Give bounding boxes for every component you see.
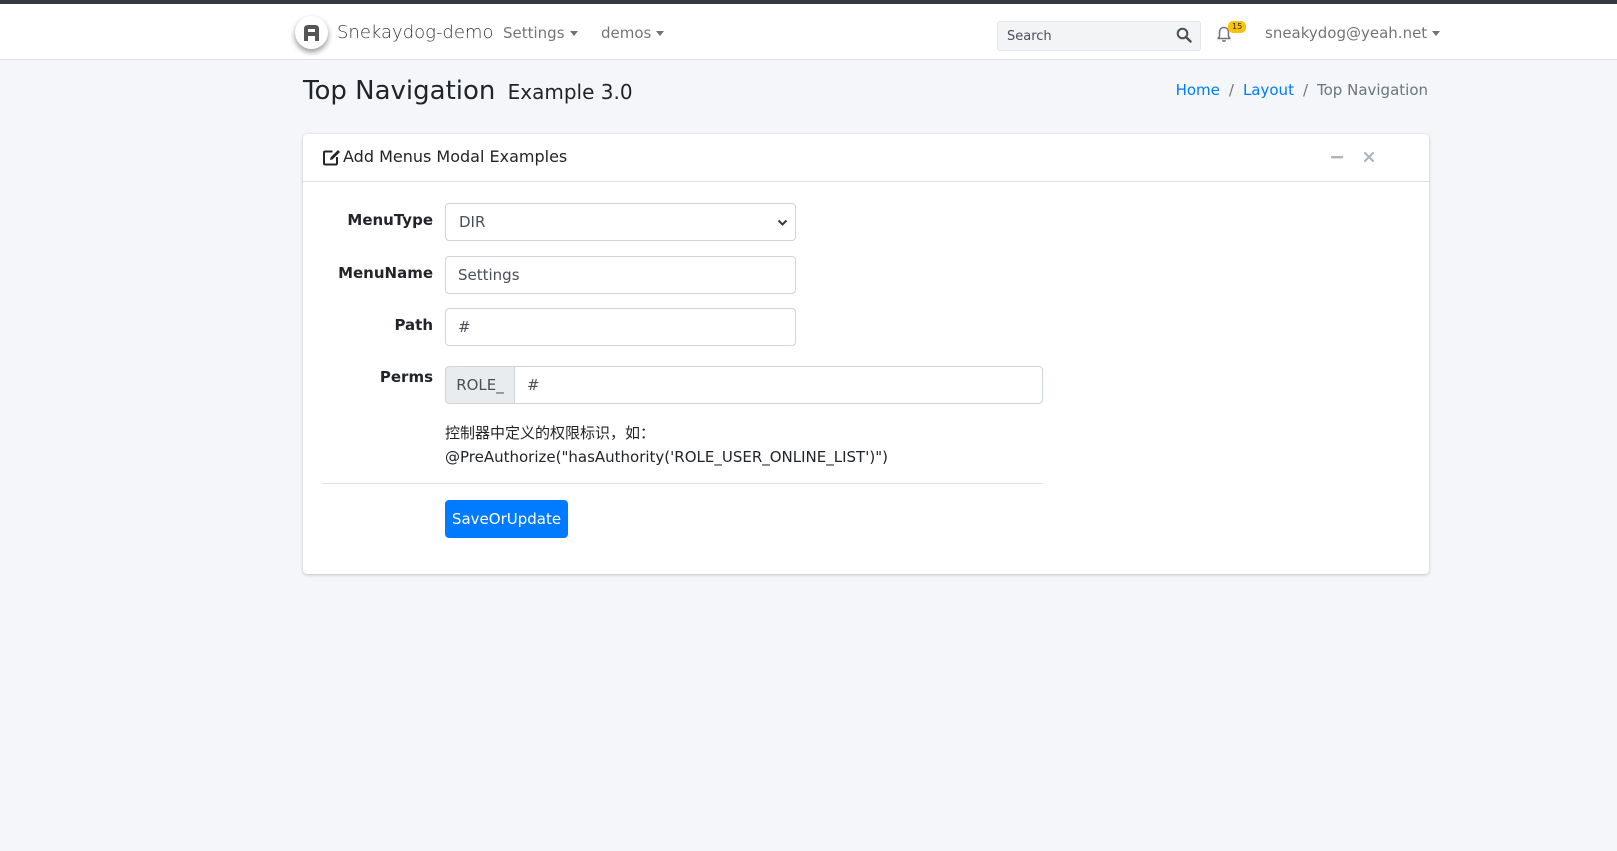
- nav-menu-settings-label: Settings: [503, 24, 565, 42]
- perms-input-group: ROLE_: [445, 366, 1043, 404]
- notification-badge: 15: [1228, 21, 1247, 33]
- edit-icon: [323, 149, 340, 165]
- search-input[interactable]: [998, 22, 1168, 50]
- form-divider: [322, 483, 1043, 484]
- perms-help-line1: 控制器中定义的权限标识，如：: [445, 424, 656, 442]
- path-input[interactable]: [445, 308, 796, 346]
- brand-logo-icon: [295, 16, 328, 49]
- chevron-down-icon: [777, 219, 788, 226]
- perms-input[interactable]: [514, 366, 1043, 404]
- close-button[interactable]: [1360, 148, 1378, 166]
- menu-type-label: MenuType: [347, 211, 433, 229]
- nav-menu-demos-label: demos: [601, 24, 652, 42]
- add-menu-card: Add Menus Modal Examples MenuType DIR Me…: [303, 134, 1429, 574]
- breadcrumb-separator: /: [1302, 81, 1309, 99]
- nav-menu-settings[interactable]: Settings: [503, 24, 578, 42]
- card-title-text: Add Menus Modal Examples: [343, 147, 568, 166]
- breadcrumb-layout[interactable]: Layout: [1243, 81, 1294, 99]
- perms-help-text: 控制器中定义的权限标识，如： @PreAuthorize("hasAuthori…: [445, 421, 888, 469]
- user-email: sneakydog@yeah.net: [1265, 24, 1428, 42]
- breadcrumb-separator: /: [1228, 81, 1234, 99]
- top-navbar: Snekaydog-demo Settings demos 15 sneakyd…: [0, 4, 1617, 60]
- page-title: Top Navigation Example 3.0: [303, 76, 633, 106]
- search-button[interactable]: [1176, 27, 1194, 45]
- save-or-update-button[interactable]: SaveOrUpdate: [445, 500, 568, 538]
- collapse-button[interactable]: [1328, 148, 1346, 166]
- menu-name-label: MenuName: [338, 264, 433, 282]
- page-subtitle: Example 3.0: [507, 80, 633, 104]
- minus-icon: [1331, 156, 1343, 159]
- perms-help-line2: @PreAuthorize("hasAuthority('ROLE_USER_O…: [445, 448, 888, 466]
- caret-down-icon: [656, 30, 665, 36]
- card-title: Add Menus Modal Examples: [322, 147, 567, 166]
- caret-down-icon: [569, 30, 578, 36]
- breadcrumb-home[interactable]: Home: [1176, 81, 1220, 99]
- search-icon: [1176, 27, 1192, 43]
- page-title-text: Top Navigation: [303, 76, 496, 106]
- menu-type-selected-value: DIR: [459, 213, 486, 231]
- card-header: Add Menus Modal Examples: [303, 134, 1429, 182]
- user-menu[interactable]: sneakydog@yeah.net: [1265, 24, 1441, 42]
- menu-type-select[interactable]: DIR: [445, 203, 796, 241]
- menu-name-input[interactable]: [445, 256, 796, 294]
- perms-label: Perms: [379, 368, 433, 386]
- breadcrumb-current: Top Navigation: [1317, 81, 1428, 99]
- brand-name: Snekaydog-demo: [337, 22, 494, 43]
- breadcrumb: Home / Layout / Top Navigation: [1176, 81, 1428, 99]
- nav-menu-demos[interactable]: demos: [601, 24, 665, 42]
- perms-prefix: ROLE_: [445, 366, 515, 404]
- caret-down-icon: [1432, 30, 1441, 36]
- close-icon: [1363, 151, 1375, 163]
- path-label: Path: [394, 316, 433, 334]
- brand-link[interactable]: Snekaydog-demo: [295, 16, 493, 49]
- search-form: [997, 21, 1201, 51]
